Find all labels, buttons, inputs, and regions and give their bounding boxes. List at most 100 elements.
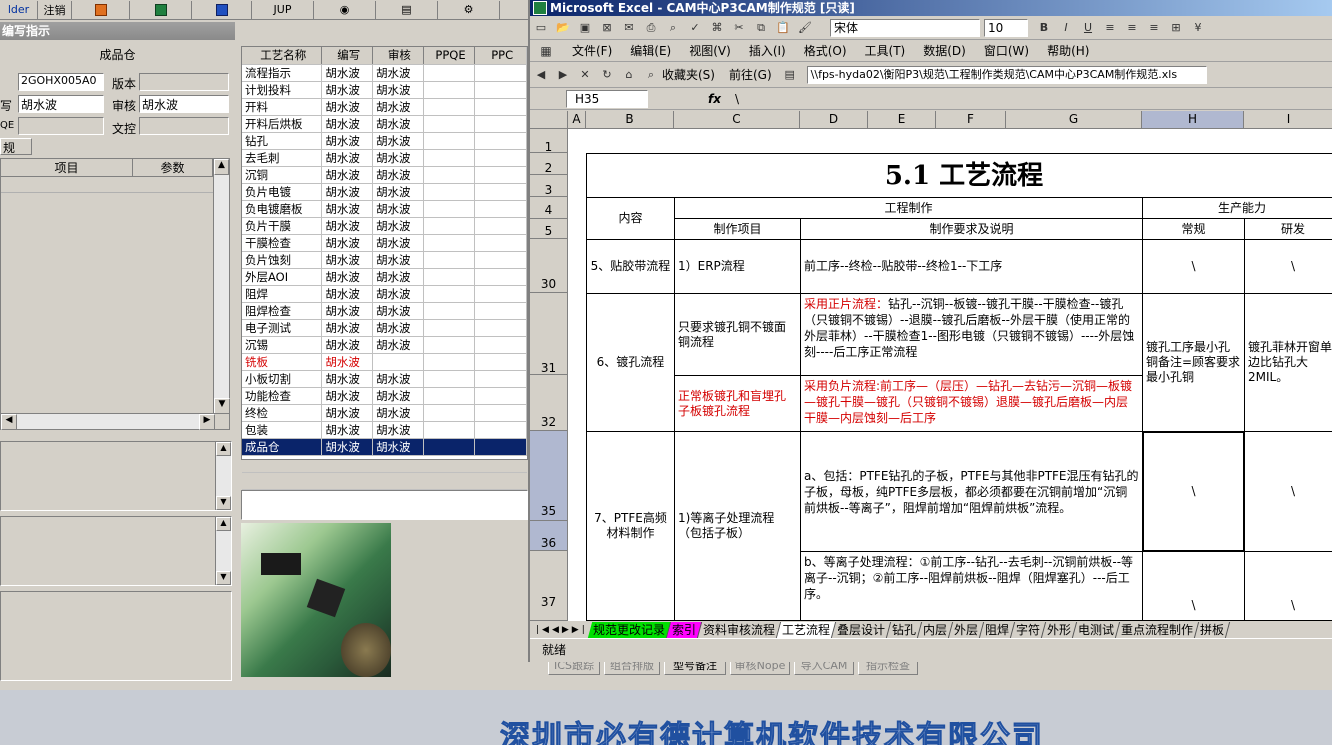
cell-normal-header[interactable]: 常规 bbox=[1142, 218, 1245, 240]
scroll-down-icon[interactable]: ▼ bbox=[216, 496, 231, 510]
cell-d30[interactable]: 前工序--终检--贴胶带--终检1--下工序 bbox=[800, 239, 1143, 294]
sheet-tab[interactable]: 规范更改记录 bbox=[587, 621, 672, 638]
database-button[interactable]: ▤ bbox=[376, 0, 438, 19]
row-header[interactable]: 32 bbox=[530, 375, 568, 431]
cell-i31[interactable]: 镀孔菲林开窗单边比钻孔大2MIL。 bbox=[1244, 293, 1332, 432]
row-header[interactable]: 37 bbox=[530, 551, 568, 621]
process-row[interactable]: 外层AOI 胡水波 胡水波 bbox=[242, 269, 527, 286]
print-preview-icon[interactable]: ⌕ bbox=[665, 20, 681, 36]
reviewer-cell[interactable]: 胡水波 bbox=[373, 337, 424, 353]
process-name-cell[interactable]: 成品仓 bbox=[242, 439, 323, 455]
menu-item[interactable]: 文件(F) bbox=[572, 42, 612, 59]
process-name-cell[interactable]: 包装 bbox=[242, 422, 323, 438]
ppqe-cell[interactable] bbox=[424, 303, 476, 319]
row-header[interactable]: 36 bbox=[530, 521, 568, 551]
process-row[interactable]: 流程指示 胡水波 胡水波 bbox=[242, 65, 527, 82]
writer-cell[interactable]: 胡水波 bbox=[322, 405, 374, 421]
process-row[interactable]: 电子测试 胡水波 胡水波 bbox=[242, 320, 527, 337]
ppqe-cell[interactable] bbox=[424, 82, 476, 98]
part-number-field[interactable]: 2GOHX005A0 bbox=[18, 73, 104, 91]
italic-icon[interactable]: I bbox=[1058, 20, 1074, 36]
notes-box-3[interactable] bbox=[0, 591, 232, 681]
sheet-title[interactable]: 5.1 工艺流程 bbox=[586, 153, 1332, 198]
writer-cell[interactable]: 胡水波 bbox=[322, 286, 374, 302]
process-name-cell[interactable]: 沉锡 bbox=[242, 337, 323, 353]
scroll-left-icon[interactable]: ◀ bbox=[1, 414, 17, 430]
jup-button[interactable]: JUP bbox=[252, 0, 314, 19]
sheet-tab[interactable]: 索引 bbox=[666, 621, 703, 638]
writer-cell[interactable]: 胡水波 bbox=[322, 201, 374, 217]
reviewer-cell[interactable]: 胡水波 bbox=[373, 99, 424, 115]
column-header-h[interactable]: H bbox=[1142, 111, 1244, 129]
cell-rd-header[interactable]: 研发 bbox=[1244, 218, 1332, 240]
row-header[interactable]: 35 bbox=[530, 431, 568, 521]
reviewer-field[interactable]: 胡水波 bbox=[139, 95, 229, 113]
ppc-cell[interactable] bbox=[475, 184, 527, 200]
ppqe-cell[interactable] bbox=[424, 99, 476, 115]
cell-capacity-header[interactable]: 生产能力 bbox=[1142, 197, 1332, 219]
refresh-icon[interactable]: ↻ bbox=[599, 67, 615, 83]
ppc-cell[interactable] bbox=[475, 167, 527, 183]
writer-cell[interactable]: 胡水波 bbox=[322, 337, 374, 353]
writer-cell[interactable]: 胡水波 bbox=[322, 133, 374, 149]
font-name-box[interactable]: 宋体 bbox=[830, 18, 980, 37]
process-note-field[interactable] bbox=[241, 490, 528, 520]
reviewer-cell[interactable]: 胡水波 bbox=[373, 133, 424, 149]
menu-item[interactable]: 工具(T) bbox=[865, 42, 906, 59]
ppc-cell[interactable] bbox=[475, 320, 527, 336]
row-header[interactable]: 30 bbox=[530, 239, 568, 293]
process-name-cell[interactable]: 铣板 bbox=[242, 354, 323, 370]
reviewer-cell[interactable]: 胡水波 bbox=[373, 201, 424, 217]
reviewer-cell[interactable]: 胡水波 bbox=[373, 439, 424, 455]
reviewer-cell[interactable]: 胡水波 bbox=[373, 82, 424, 98]
ppc-cell[interactable] bbox=[475, 422, 527, 438]
ppc-cell[interactable] bbox=[475, 133, 527, 149]
new-icon[interactable]: ▭ bbox=[533, 20, 549, 36]
process-row[interactable]: 钻孔 胡水波 胡水波 bbox=[242, 133, 527, 150]
ppqe-cell[interactable] bbox=[424, 337, 476, 353]
reviewer-cell[interactable]: 胡水波 bbox=[373, 320, 424, 336]
name-box[interactable]: H35 bbox=[566, 89, 648, 108]
scroll-right-icon[interactable]: ▶ bbox=[199, 414, 215, 430]
email-icon[interactable]: ✉ bbox=[621, 20, 637, 36]
writer-cell[interactable]: 胡水波 bbox=[322, 150, 374, 166]
process-row[interactable]: 干膜检查 胡水波 胡水波 bbox=[242, 235, 527, 252]
ppqe-cell[interactable] bbox=[424, 235, 476, 251]
ppqe-cell[interactable] bbox=[424, 133, 476, 149]
process-row[interactable]: 去毛刺 胡水波 胡水波 bbox=[242, 150, 527, 167]
scroll-up-icon[interactable]: ▲ bbox=[214, 159, 229, 175]
menu-item[interactable]: 帮助(H) bbox=[1047, 42, 1089, 59]
writer-cell[interactable]: 胡水波 bbox=[322, 82, 374, 98]
ppc-cell[interactable] bbox=[475, 269, 527, 285]
writer-cell[interactable]: 胡水波 bbox=[322, 184, 374, 200]
cell-requirement-header[interactable]: 制作要求及说明 bbox=[800, 218, 1143, 240]
ppc-cell[interactable] bbox=[475, 286, 527, 302]
process-name-cell[interactable]: 阻焊 bbox=[242, 286, 323, 302]
process-row[interactable]: 沉铜 胡水波 胡水波 bbox=[242, 167, 527, 184]
word-button[interactable] bbox=[192, 0, 252, 19]
tools-button[interactable]: ⚙ bbox=[438, 0, 500, 19]
cell-b30[interactable]: 5、贴胶带流程 bbox=[586, 239, 675, 294]
cell-h31[interactable]: 镀孔工序最小孔铜备注=顾客要求最小孔铜 bbox=[1142, 293, 1245, 432]
formula-input[interactable]: \ bbox=[735, 92, 739, 106]
bold-icon[interactable]: B bbox=[1036, 20, 1052, 36]
row-header[interactable]: 5 bbox=[530, 219, 568, 239]
writer-cell[interactable]: 胡水波 bbox=[322, 388, 374, 404]
process-name-cell[interactable]: 流程指示 bbox=[242, 65, 323, 81]
process-name-cell[interactable]: 阻焊检查 bbox=[242, 303, 323, 319]
process-name-cell[interactable]: 负片蚀刻 bbox=[242, 252, 323, 268]
font-size-box[interactable]: 10 bbox=[984, 18, 1028, 37]
spelling-icon[interactable]: ✓ bbox=[687, 20, 703, 36]
process-row[interactable]: 铣板 胡水波 bbox=[242, 354, 527, 371]
research-icon[interactable]: ⌘ bbox=[709, 20, 725, 36]
ppqe-cell[interactable] bbox=[424, 252, 476, 268]
sheet-tab[interactable]: 叠层设计 bbox=[831, 621, 892, 638]
ppqe-cell[interactable] bbox=[424, 150, 476, 166]
column-header-a[interactable]: A bbox=[568, 111, 586, 129]
cut-icon[interactable]: ✂ bbox=[731, 20, 747, 36]
cell-d35[interactable]: a、包括：PTFE钻孔的子板，PTFE与其他非PTFE混压有钻孔的子板，母板，纯… bbox=[800, 431, 1143, 552]
cell-c30[interactable]: 1）ERP流程 bbox=[674, 239, 801, 294]
ppqe-cell[interactable] bbox=[424, 388, 476, 404]
excel-button[interactable] bbox=[130, 0, 192, 19]
workbook-icon[interactable]: ▦ bbox=[538, 43, 554, 59]
